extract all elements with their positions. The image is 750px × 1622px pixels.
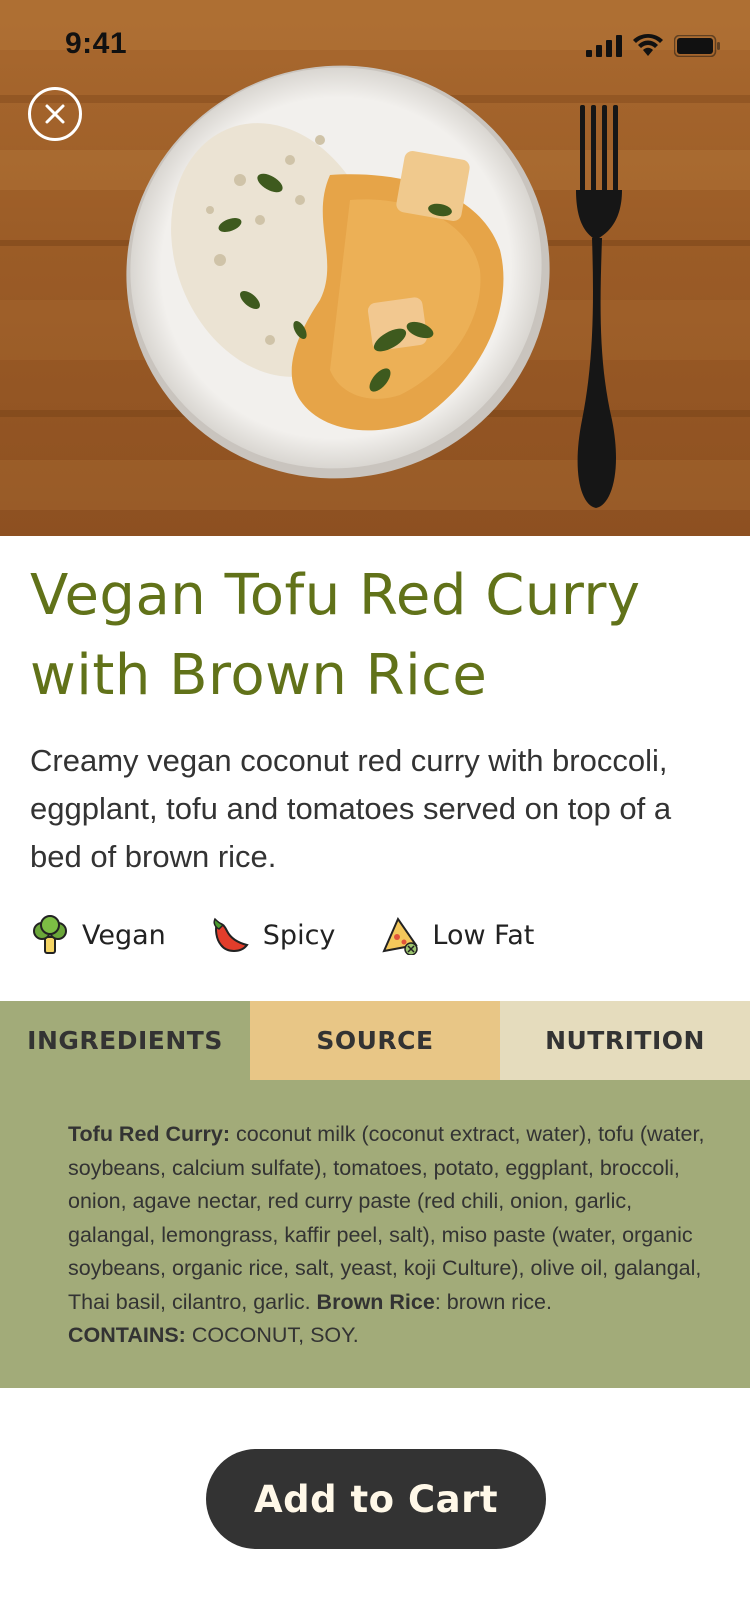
product-title: Vegan Tofu Red Curry with Brown Rice [30, 563, 641, 708]
rice-heading: Brown Rice [316, 1289, 435, 1314]
status-time: 9:41 [65, 27, 128, 60]
add-to-cart-button[interactable]: Add to Cart [206, 1449, 546, 1549]
pizza-slice-icon [380, 915, 420, 955]
close-icon [45, 104, 65, 124]
status-icons [586, 34, 720, 58]
tag-label: Spicy [262, 919, 336, 951]
contains-heading: CONTAINS: [68, 1323, 186, 1347]
allergens: COCONUT, SOY. [185, 1323, 359, 1347]
status-bar: 9:41 [0, 0, 750, 90]
tag-label: Vegan [82, 919, 166, 951]
product-description: Creamy vegan coconut red curry with broc… [30, 743, 672, 874]
ingredients-text: Tofu Red Curry: coconut milk (coconut ex… [68, 1118, 708, 1353]
curry-heading: Tofu Red Curry: [68, 1122, 231, 1146]
broccoli-icon [30, 915, 70, 955]
curry-ingredients: coconut milk (coconut extract, water), t… [68, 1122, 705, 1314]
tab-ingredients[interactable]: INGREDIENTS [0, 1001, 250, 1080]
tab-source[interactable]: SOURCE [250, 1001, 500, 1080]
signal-icon [586, 35, 622, 57]
tab-nutrition[interactable]: NUTRITION [500, 1001, 750, 1080]
ingredients-panel: Tofu Red Curry: coconut milk (coconut ex… [0, 1080, 750, 1388]
hero-image: 9:41 [0, 0, 750, 536]
chili-pepper-icon [211, 915, 251, 955]
tag-label: Low Fat [432, 919, 535, 951]
diet-tags: Vegan Spicy Low Fat [30, 913, 579, 957]
info-tabs: INGREDIENTS SOURCE NUTRITION [0, 1001, 750, 1080]
tag-spicy: Spicy [211, 915, 336, 955]
wifi-icon [633, 34, 663, 56]
rice-ingredients: : brown rice. [434, 1289, 552, 1314]
battery-icon [674, 35, 720, 57]
close-button[interactable] [28, 87, 82, 141]
tag-vegan: Vegan [30, 915, 166, 955]
tag-low-fat: Low Fat [380, 915, 534, 955]
